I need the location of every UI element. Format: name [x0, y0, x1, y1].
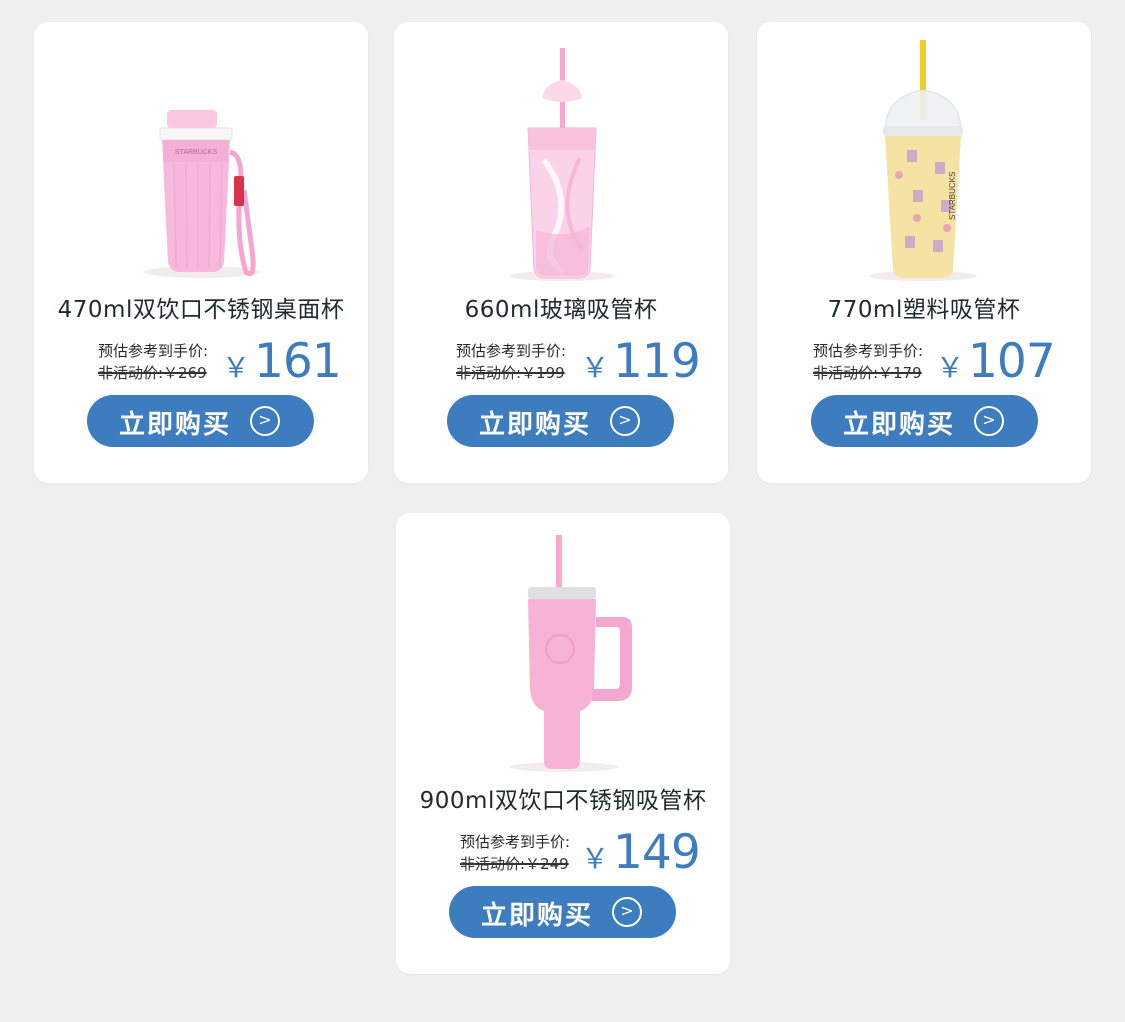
- estimated-price-label: 预估参考到手价:: [98, 342, 209, 360]
- price-value: 161: [254, 334, 342, 389]
- price-value: 107: [968, 334, 1056, 389]
- buy-now-label: 立即购买: [843, 410, 956, 440]
- buy-now-button[interactable]: 立即购买 >: [449, 886, 676, 938]
- price-labels: 预估参考到手价: 非活动价:￥249: [460, 831, 570, 875]
- final-price: ￥107: [936, 334, 1056, 389]
- price-labels: 预估参考到手价: 非活动价:￥199: [456, 340, 566, 384]
- buy-now-label: 立即购买: [481, 901, 594, 931]
- buy-now-button[interactable]: 立即购买 >: [447, 395, 674, 447]
- product-title: 470ml双饮口不锈钢桌面杯: [57, 297, 345, 323]
- product-card-3[interactable]: STARBUCKS 770ml塑料吸管杯 预估参考到手价: 非活动价:￥179 …: [757, 22, 1091, 483]
- arrow-right-circle-icon: >: [250, 406, 280, 436]
- product-title: 660ml玻璃吸管杯: [464, 297, 658, 323]
- pink-glass-straw-cup-icon: [510, 48, 614, 281]
- currency-symbol: ￥: [581, 351, 610, 384]
- price-labels: 预估参考到手价: 非活动价:￥269: [98, 340, 208, 384]
- arrow-right-circle-icon: >: [612, 897, 642, 927]
- svg-text:STARBUCKS: STARBUCKS: [948, 172, 957, 220]
- buy-now-button[interactable]: 立即购买 >: [811, 395, 1038, 447]
- product-title: 770ml塑料吸管杯: [827, 297, 1021, 323]
- original-price: 非活动价:￥179: [813, 364, 922, 382]
- pink-handle-straw-mug-icon: [510, 535, 632, 772]
- estimated-price-label: 预估参考到手价:: [813, 342, 924, 360]
- product-card-4[interactable]: 900ml双饮口不锈钢吸管杯 预估参考到手价: 非活动价:￥249 ￥149 立…: [396, 513, 730, 974]
- currency-symbol: ￥: [936, 351, 965, 384]
- arrow-glyph: >: [258, 410, 272, 429]
- buy-now-button[interactable]: 立即购买 >: [87, 395, 314, 447]
- arrow-right-circle-icon: >: [974, 406, 1004, 436]
- product-card-2[interactable]: 660ml玻璃吸管杯 预估参考到手价: 非活动价:￥199 ￥119 立即购买 …: [394, 22, 728, 483]
- original-price: 非活动价:￥249: [460, 855, 569, 873]
- currency-symbol: ￥: [581, 842, 610, 875]
- final-price: ￥119: [581, 334, 701, 389]
- estimated-price-label: 预估参考到手价:: [456, 342, 567, 360]
- final-price: ￥161: [222, 334, 342, 389]
- currency-symbol: ￥: [222, 351, 251, 384]
- price-labels: 预估参考到手价: 非活动价:￥179: [813, 340, 923, 384]
- arrow-right-circle-icon: >: [610, 406, 640, 436]
- arrow-glyph: >: [620, 901, 634, 920]
- buy-now-label: 立即购买: [119, 410, 232, 440]
- arrow-glyph: >: [982, 410, 996, 429]
- final-price: ￥149: [581, 825, 701, 880]
- estimated-price-label: 预估参考到手价:: [460, 833, 571, 851]
- yellow-dome-straw-cup-icon: STARBUCKS: [869, 40, 977, 281]
- product-card-1[interactable]: STARBUCKS 470ml双饮口不锈钢桌面杯 预估参考到手价: 非活动价:￥…: [34, 22, 368, 483]
- pink-tumbler-with-strap-icon: STARBUCKS: [144, 110, 260, 278]
- buy-now-label: 立即购买: [479, 410, 592, 440]
- arrow-glyph: >: [618, 410, 632, 429]
- price-value: 149: [613, 825, 701, 880]
- price-value: 119: [613, 334, 701, 389]
- original-price: 非活动价:￥199: [456, 364, 565, 382]
- svg-text:STARBUCKS: STARBUCKS: [175, 149, 218, 156]
- original-price: 非活动价:￥269: [98, 364, 207, 382]
- product-title: 900ml双饮口不锈钢吸管杯: [419, 788, 707, 814]
